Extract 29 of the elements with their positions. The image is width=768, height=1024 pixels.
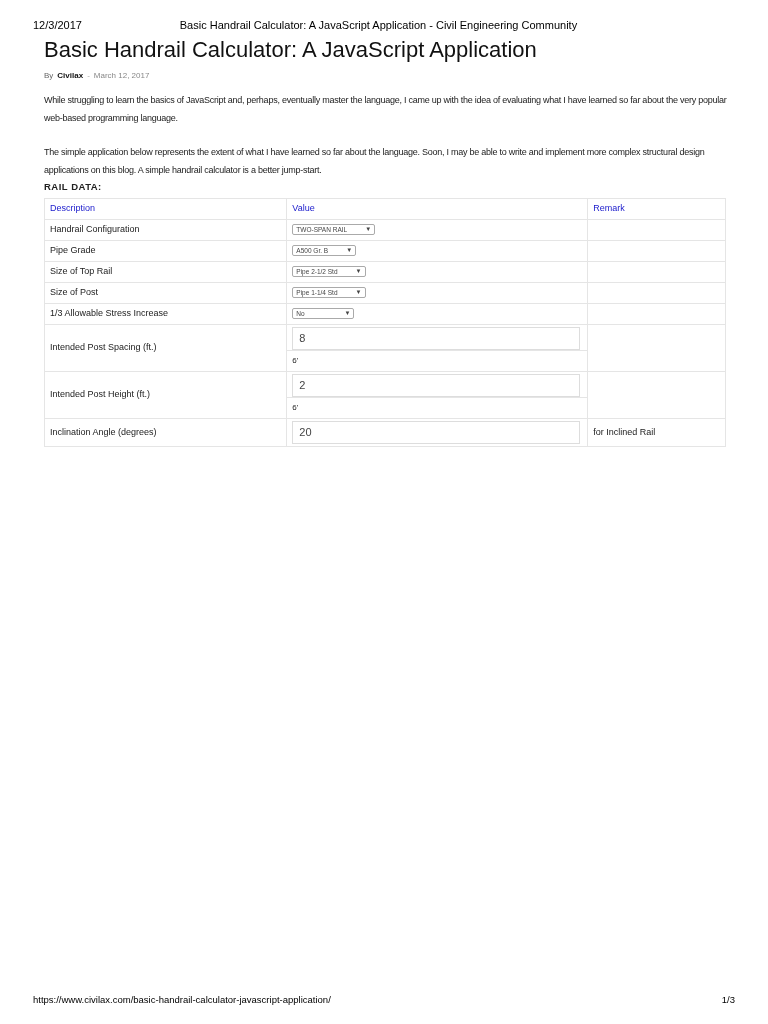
column-header: Description (44, 198, 287, 220)
table-cell: Size of Top Rail (44, 261, 287, 283)
paragraph: While struggling to learn the basics of JavaScript and, perhaps, eventually master the language, I came up with the idea of evaluating what I have learned so far about the very popular web-based programming language. (44, 93, 728, 125)
print-url: https://www.civilax.com/basic-handrail-calculator-javascript-application/ (33, 993, 331, 1007)
input-field[interactable]: 20 (292, 420, 581, 444)
paragraph: The simple application below represents the extent of what I have learned so far about the language. Soon, I may be able to write and implement more complex structural design applications on this blog. A simple handrail calculator is a better jump-start. (44, 145, 706, 177)
author-link[interactable]: Civilax (57, 69, 84, 82)
table-cell: Pipe Grade (44, 240, 287, 262)
byline-prefix: By (44, 69, 54, 82)
column-header: Remark (587, 198, 726, 220)
column-header: Value (286, 198, 588, 220)
table-cell: for Inclined Rail (587, 418, 726, 447)
input-field[interactable]: 8 (292, 326, 581, 350)
byline-separator: - (87, 69, 90, 82)
print-date: 12/3/2017 (33, 18, 82, 33)
table-cell: Inclination Angle (degrees) (44, 418, 287, 447)
computed-value: 6' (292, 401, 299, 414)
table-cell: Intended Post Spacing (ft.) (44, 324, 287, 372)
article-title: Basic Handrail Calculator: A JavaScript Application (44, 35, 538, 64)
section-label: RAIL DATA: (44, 179, 103, 194)
table-cell: Size of Post (44, 282, 287, 304)
post-date: March 12, 2017 (93, 69, 150, 82)
table-cell: 1/3 Allowable Stress Increase (44, 303, 287, 325)
table-cell: Handrail Configuration (44, 219, 287, 241)
print-page-title: Basic Handrail Calculator: A JavaScript Application - Civil Engineering Community (178, 18, 579, 33)
computed-value: 6' (292, 354, 299, 367)
page-number: 1/3 (721, 993, 735, 1007)
table-cell: Intended Post Height (ft.) (44, 371, 287, 419)
input-field[interactable]: 2 (292, 373, 581, 397)
